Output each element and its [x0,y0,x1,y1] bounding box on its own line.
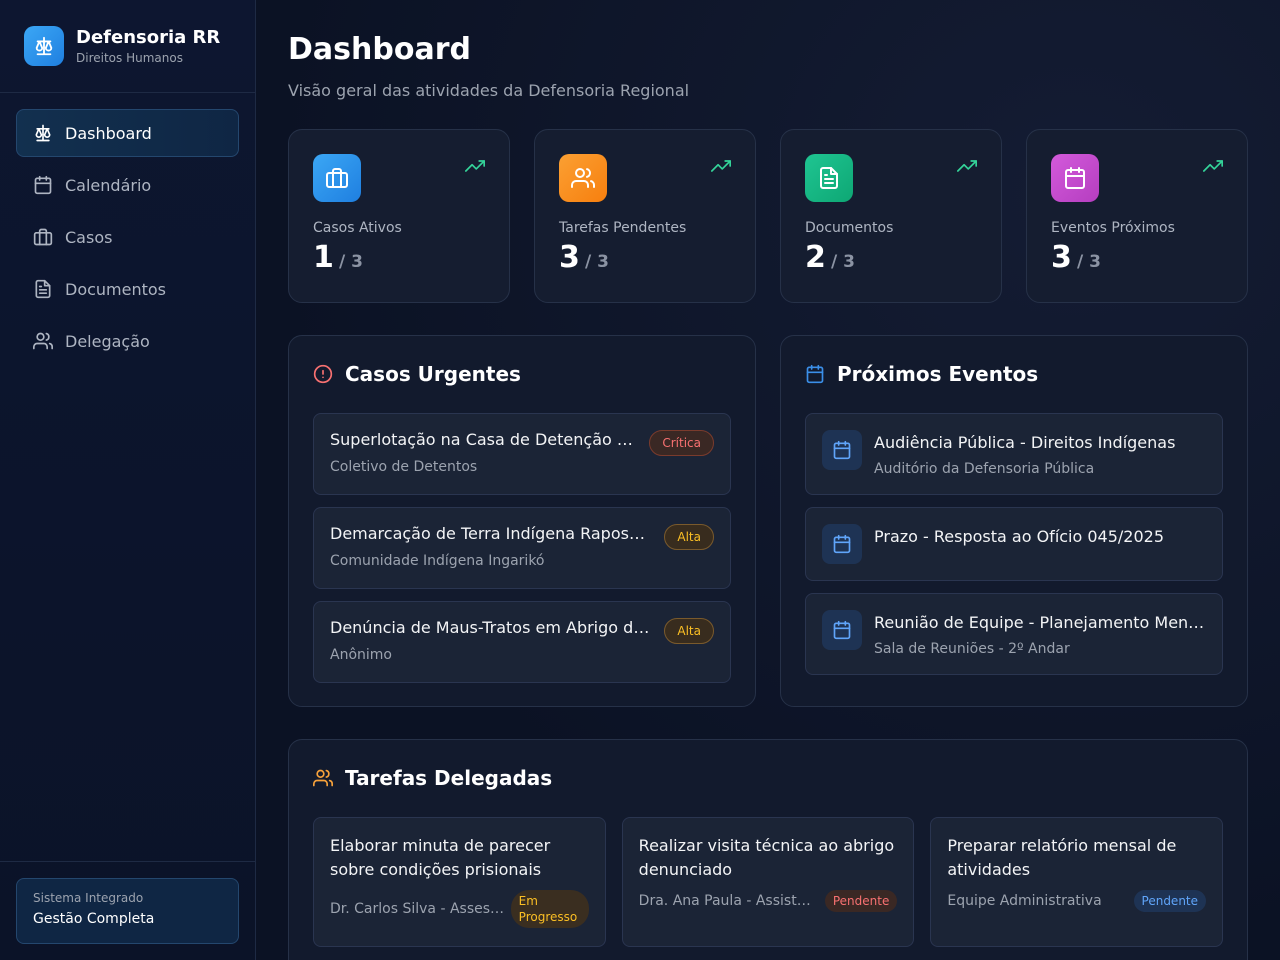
task-title: Elaborar minuta de parecer sobre condiçõ… [330,836,551,879]
sidebar-item-casos[interactable]: Casos [16,213,239,261]
calendar-icon [822,430,862,470]
alert-circle-icon [313,364,333,384]
priority-badge: Alta [664,618,714,644]
case-item[interactable]: Denúncia de Maus-Tratos em Abrigo de Ido… [313,601,731,683]
document-icon [805,154,853,202]
urgent-cases-panel: Casos Urgentes Superlotação na Casa de D… [288,335,756,707]
trending-up-icon [465,160,485,172]
brand-subtitle: Direitos Humanos [76,51,183,65]
system-card: Sistema Integrado Gestão Completa [16,878,239,944]
stat-label: Documentos [805,220,894,236]
sidebar-nav: Dashboard Calendário Casos Documentos De… [0,93,255,385]
sidebar-item-delegacao[interactable]: Delegação [16,317,239,365]
task-card[interactable]: Elaborar minuta de parecer sobre condiçõ… [313,817,606,947]
users-icon [559,154,607,202]
event-item[interactable]: Reunião de Equipe - Planejamento Mensal … [805,593,1223,675]
main-content: Dashboard Visão geral das atividades da … [256,0,1280,960]
sidebar-item-label: Dashboard [65,123,152,143]
case-title: Superlotação na Casa de Detenção de Boa … [330,430,640,449]
system-label: Sistema Integrado [33,891,144,905]
calendar-icon [1051,154,1099,202]
case-item[interactable]: Superlotação na Casa de Detenção de Boa … [313,413,731,495]
stat-value: 3 [1051,240,1072,275]
upcoming-events-panel: Próximos Eventos Audiência Pública - Dir… [780,335,1248,707]
sidebar-footer: Sistema Integrado Gestão Completa [0,861,255,960]
stat-card-casos-ativos[interactable]: Casos Ativos 1 / 3 [288,129,510,303]
sidebar-item-label: Calendário [65,175,152,195]
case-subtitle: Coletivo de Detentos [330,459,478,475]
event-title: Reunião de Equipe - Planejamento Mensal [874,613,1206,632]
stat-card-documentos[interactable]: Documentos 2 / 3 [780,129,1002,303]
delegated-tasks-panel: Tarefas Delegadas Elaborar minuta de par… [288,739,1248,960]
briefcase-icon [313,154,361,202]
task-card[interactable]: Realizar visita técnica ao abrigo denunc… [621,817,915,947]
page-subtitle: Visão geral das atividades da Defensoria… [288,81,690,100]
panel-title: Próximos Eventos [837,362,1039,386]
event-item[interactable]: Prazo - Resposta ao Ofício 045/2025 [805,507,1223,581]
event-title: Audiência Pública - Direitos Indígenas [874,433,1176,452]
calendar-icon [34,175,52,195]
priority-badge: Crítica [649,430,714,456]
status-badge: Em Progresso [510,890,589,928]
stat-card-eventos-proximos[interactable]: Eventos Próximos 3 / 3 [1026,129,1248,303]
scale-icon [35,124,51,142]
case-title: Demarcação de Terra Indígena Raposa Serr… [330,524,650,543]
panel-title: Tarefas Delegadas [345,766,553,790]
page-title: Dashboard [288,32,471,67]
task-assignee: Equipe Administrativa [947,893,1102,909]
panels-row: Casos Urgentes Superlotação na Casa de D… [288,335,1248,707]
case-subtitle: Anônimo [330,647,392,663]
sidebar-item-label: Delegação [65,331,150,351]
case-subtitle: Comunidade Indígena Ingarikó [330,553,545,569]
stats-row: Casos Ativos 1 / 3 Tarefas Pendentes 3 /… [288,129,1248,303]
event-location: Sala de Reuniões - 2º Andar [874,641,1070,657]
trending-up-icon [957,160,977,172]
status-badge: Pendente [1133,890,1207,912]
task-assignee: Dr. Carlos Silva - Assessor Jurídico [330,901,505,917]
sidebar: Defensoria RR Direitos Humanos Dashboard… [0,0,256,960]
task-assignee: Dra. Ana Paula - Assistente Social [638,893,819,909]
stat-label: Tarefas Pendentes [559,220,687,236]
event-item[interactable]: Audiência Pública - Direitos Indígenas A… [805,413,1223,495]
event-title: Prazo - Resposta ao Ofício 045/2025 [874,527,1165,546]
stat-total: / 3 [338,252,363,272]
users-icon [313,769,333,787]
stat-total: / 3 [1076,252,1101,272]
stat-value: 3 [559,240,580,275]
case-item[interactable]: Demarcação de Terra Indígena Raposa Serr… [313,507,731,589]
stat-value: 2 [805,240,826,275]
stat-label: Casos Ativos [313,220,402,236]
task-title: Realizar visita técnica ao abrigo denunc… [638,836,895,879]
sidebar-item-calendario[interactable]: Calendário [16,161,239,209]
stat-total: / 3 [830,252,855,272]
task-title: Preparar relatório mensal de atividades [947,836,1177,879]
event-location: Auditório da Defensoria Pública [874,461,1095,477]
brand-title: Defensoria RR [76,27,221,48]
sidebar-item-dashboard[interactable]: Dashboard [16,109,239,157]
trending-up-icon [1203,160,1223,172]
trending-up-icon [711,160,731,172]
stat-value: 1 [313,240,334,275]
calendar-icon [822,610,862,650]
system-value: Gestão Completa [33,911,155,927]
calendar-icon [822,524,862,564]
document-icon [35,279,51,299]
case-title: Denúncia de Maus-Tratos em Abrigo de Ido… [330,618,652,637]
scale-icon [24,26,64,66]
status-badge: Pendente [824,890,898,912]
panel-title: Casos Urgentes [345,362,521,386]
stat-label: Eventos Próximos [1051,220,1175,236]
stat-total: / 3 [584,252,609,272]
calendar-icon [806,364,824,384]
priority-badge: Alta [664,524,714,550]
sidebar-item-label: Documentos [65,279,167,299]
briefcase-icon [33,228,53,246]
sidebar-item-documentos[interactable]: Documentos [16,265,239,313]
task-card[interactable]: Preparar relatório mensal de atividades … [930,817,1224,947]
stat-card-tarefas-pendentes[interactable]: Tarefas Pendentes 3 / 3 [534,129,756,303]
users-icon [33,332,53,350]
brand[interactable]: Defensoria RR Direitos Humanos [0,0,255,93]
sidebar-item-label: Casos [65,227,113,247]
